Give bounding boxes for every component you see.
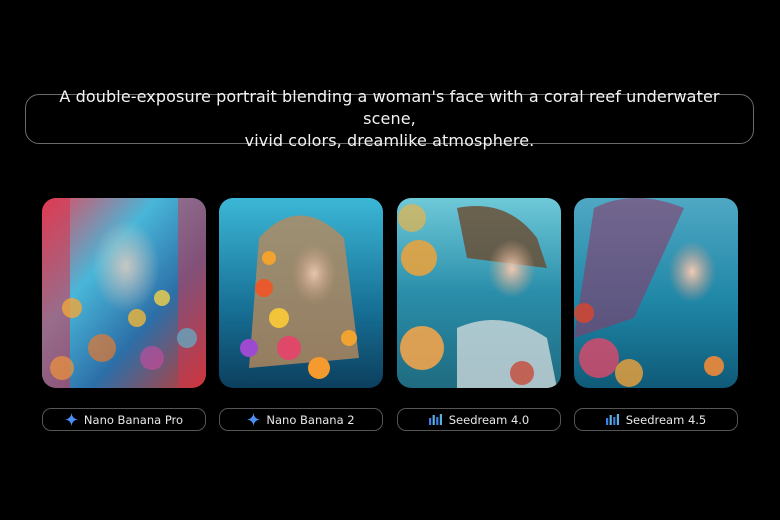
- model-name: Nano Banana 2: [266, 412, 355, 427]
- gemini-sparkle-icon: [64, 413, 78, 426]
- bar-chart-icon: [428, 414, 443, 425]
- double-exposure-portrait-image: [574, 198, 738, 388]
- model-label-seedream-4-0[interactable]: Seedream 4.0: [397, 408, 561, 431]
- result-image-seedream-4-0[interactable]: [397, 198, 561, 388]
- model-label-nano-banana-2[interactable]: Nano Banana 2: [219, 408, 383, 431]
- model-label-nano-banana-pro[interactable]: Nano Banana Pro: [42, 408, 206, 431]
- double-exposure-portrait-image: [42, 198, 206, 388]
- result-image-nano-banana-2[interactable]: [219, 198, 383, 388]
- model-label-seedream-4-5[interactable]: Seedream 4.5: [574, 408, 738, 431]
- model-name: Seedream 4.5: [625, 412, 707, 427]
- image-gallery: Nano Banana Pro Nano Banana 2 Seedream 4…: [0, 0, 780, 520]
- result-image-seedream-4-5[interactable]: [574, 198, 738, 388]
- gemini-sparkle-icon: [247, 413, 261, 426]
- model-name: Nano Banana Pro: [83, 412, 184, 427]
- double-exposure-portrait-image: [219, 198, 383, 388]
- bar-chart-icon: [605, 414, 620, 425]
- double-exposure-portrait-image: [397, 198, 561, 388]
- result-image-nano-banana-pro[interactable]: [42, 198, 206, 388]
- model-name: Seedream 4.0: [448, 412, 530, 427]
